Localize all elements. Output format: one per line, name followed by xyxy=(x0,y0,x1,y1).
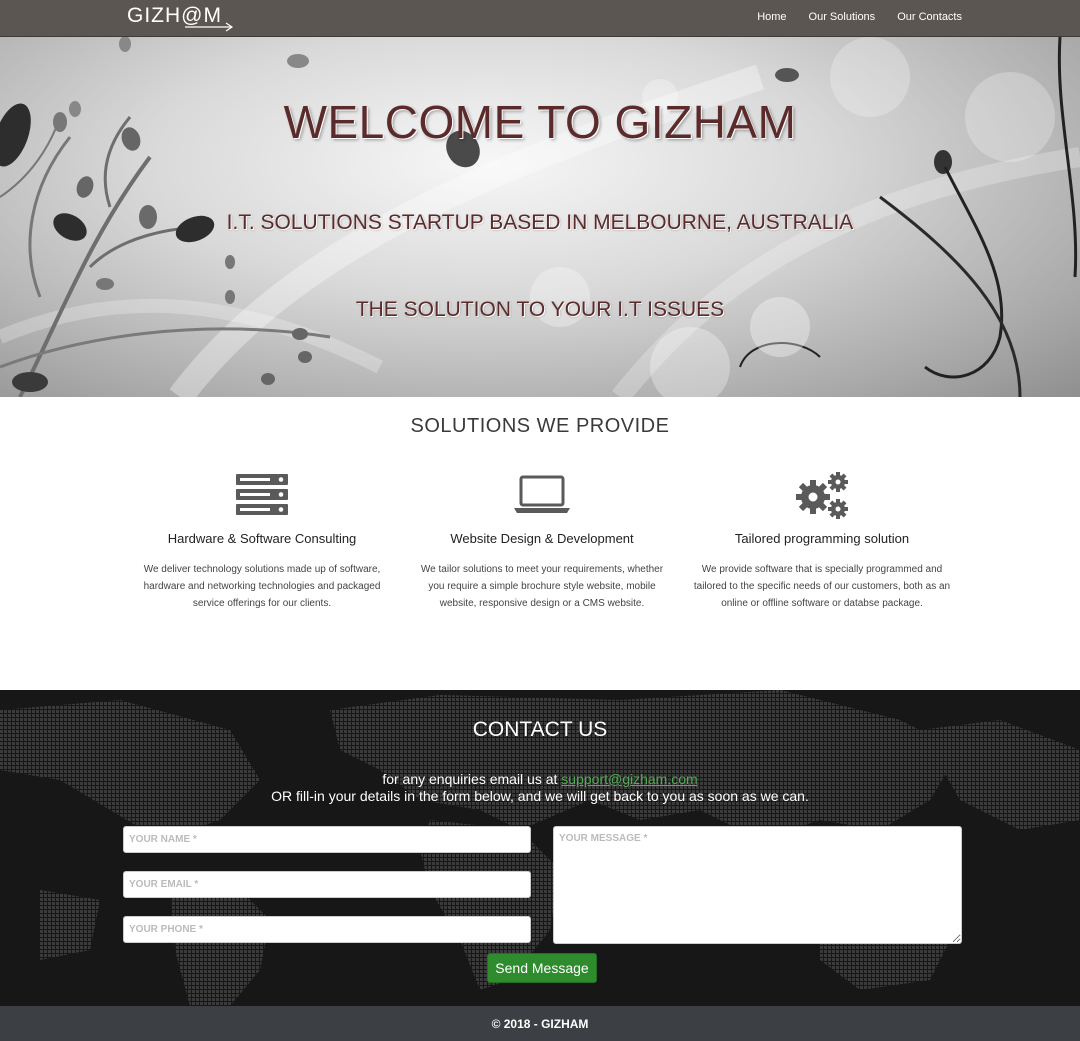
nav-contacts-link[interactable]: Our Contacts xyxy=(897,11,962,23)
hero-subtitle: I.T. SOLUTIONS STARTUP BASED IN MELBOURN… xyxy=(226,211,854,234)
solutions-section: SOLUTIONS WE PROVIDE Hardware & Software… xyxy=(0,397,1080,690)
gears-icon xyxy=(692,471,952,519)
send-message-button[interactable]: Send Message xyxy=(487,953,597,983)
contact-email-line: for any enquiries email us at support@gi… xyxy=(0,771,1080,787)
solution-heading: Hardware & Software Consulting xyxy=(167,531,357,546)
contact-title: CONTACT US xyxy=(472,718,608,741)
nav-links: Home Our Solutions Our Contacts xyxy=(757,11,962,23)
solution-heading: Tailored programming solution xyxy=(734,531,910,546)
solution-heading: Website Design & Development xyxy=(450,531,634,546)
server-icon xyxy=(132,471,392,519)
solution-card: Hardware & Software Consulting We delive… xyxy=(132,471,392,612)
footer: © 2018 - GIZHAM xyxy=(0,1006,1080,1041)
phone-input[interactable] xyxy=(123,916,531,943)
hero-tagline: THE SOLUTION TO YOUR I.T ISSUES xyxy=(355,298,725,321)
solution-card: Website Design & Development We tailor s… xyxy=(412,471,672,612)
hero-title: WELCOME TO GIZHAM xyxy=(283,96,797,148)
nav-solutions-link[interactable]: Our Solutions xyxy=(809,11,876,23)
solution-description: We provide software that is specially pr… xyxy=(693,564,951,609)
message-textarea[interactable] xyxy=(553,826,962,944)
copyright-text: © 2018 - GIZHAM xyxy=(491,1017,589,1031)
laptop-icon xyxy=(412,471,672,519)
solutions-title: SOLUTIONS WE PROVIDE xyxy=(410,415,670,437)
navbar: GIZH@M Home Our Solutions Our Contacts xyxy=(0,0,1080,37)
solution-card: Tailored programming solution We provide… xyxy=(692,471,952,612)
hero-banner: WELCOME TO GIZHAM I.T. SOLUTIONS STARTUP… xyxy=(0,37,1080,397)
contact-instructions: OR fill-in your details in the form belo… xyxy=(271,788,809,804)
solution-description: We deliver technology solutions made up … xyxy=(143,564,381,609)
contact-section: CONTACT US for any enquiries email us at… xyxy=(0,690,1080,1006)
nav-home-link[interactable]: Home xyxy=(757,11,786,23)
logo-arrow-icon xyxy=(185,22,234,32)
support-email-link[interactable]: support@gizham.com xyxy=(561,771,697,787)
email-input[interactable] xyxy=(123,871,531,898)
name-input[interactable] xyxy=(123,826,531,853)
contact-email-prefix: for any enquiries email us at xyxy=(382,771,562,787)
solution-description: We tailor solutions to meet your require… xyxy=(420,564,664,609)
